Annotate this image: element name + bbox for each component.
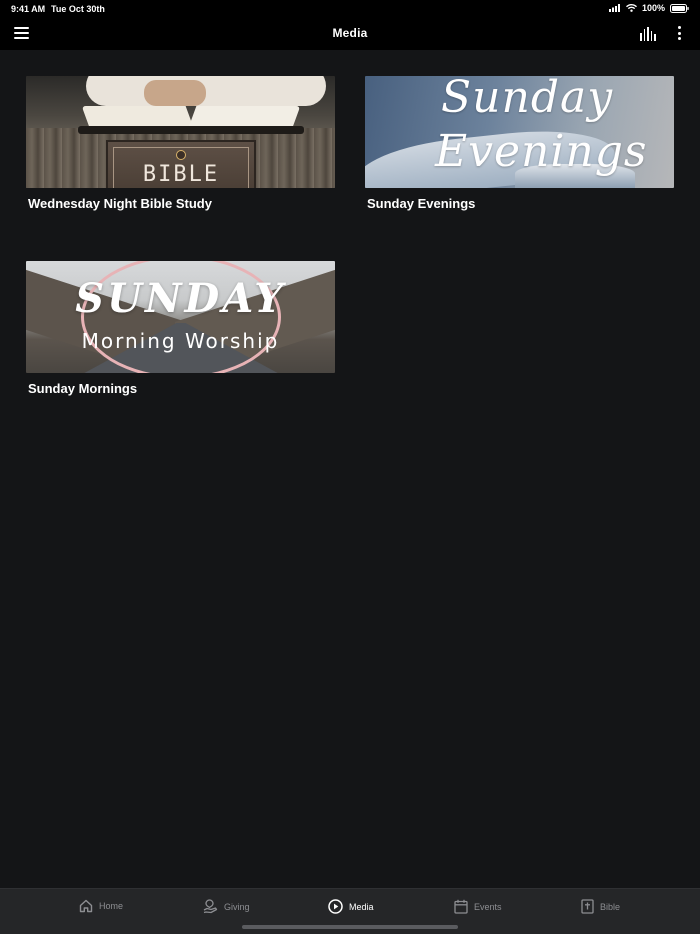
media-screen: 9:41 AM Tue Oct 30th 100% Media BIBLE We… [0, 0, 700, 934]
play-circle-icon [328, 899, 343, 914]
thumbnail-text-line2: Morning Worship [81, 329, 280, 353]
signal-icon [608, 4, 620, 12]
media-card-bible-study[interactable]: BIBLE STUDY Wednesday Night Bible Study [26, 76, 335, 211]
tab-label: Media [349, 901, 374, 912]
sunday-evenings-thumbnail: Sunday Evenings [365, 76, 674, 188]
tab-label: Giving [224, 901, 250, 912]
equalizer-icon[interactable] [640, 27, 656, 41]
media-card-sunday-mornings[interactable]: SUNDAY Morning Worship Sunday Mornings [26, 261, 335, 396]
bible-cross-icon [581, 899, 594, 914]
battery-icon [670, 3, 689, 13]
tab-events[interactable]: Events [454, 899, 502, 914]
status-time: 9:41 AM [11, 4, 46, 14]
bible-study-thumbnail: BIBLE STUDY [26, 76, 335, 188]
tab-bible[interactable]: Bible [581, 899, 620, 914]
home-icon [79, 899, 93, 913]
tab-media[interactable]: Media [328, 899, 374, 914]
thumbnail-text: BIBLE STUDY [142, 162, 220, 188]
calendar-icon [454, 899, 468, 914]
thumbnail-text-line1: Sunday [441, 76, 614, 123]
tab-giving[interactable]: Giving [203, 899, 250, 914]
media-card-sunday-evenings[interactable]: Sunday Evenings Sunday Evenings [365, 76, 674, 211]
home-indicator[interactable] [242, 925, 458, 929]
page-title: Media [332, 26, 368, 40]
tab-label: Home [99, 901, 124, 911]
tab-label: Bible [600, 901, 621, 912]
sunday-mornings-thumbnail: SUNDAY Morning Worship [26, 261, 335, 373]
battery-percentage: 100% [641, 3, 665, 13]
status-indicators: 100% [608, 3, 689, 13]
more-vertical-icon[interactable] [676, 26, 682, 42]
navigation-bar: Media [0, 18, 700, 50]
media-card-title: Wednesday Night Bible Study [28, 196, 212, 211]
emblem-icon [176, 150, 186, 160]
thumbnail-text-line1: SUNDAY [75, 275, 286, 322]
tab-label: Events [474, 901, 502, 912]
giving-hand-icon [203, 899, 218, 914]
media-card-title: Sunday Evenings [367, 196, 476, 211]
thumbnail-text-line2: Evenings [435, 126, 648, 177]
tab-home[interactable]: Home [79, 899, 123, 913]
status-bar: 9:41 AM Tue Oct 30th 100% [0, 0, 700, 18]
wifi-icon [625, 4, 637, 12]
media-card-title: Sunday Mornings [28, 381, 138, 396]
status-date: Tue Oct 30th [51, 4, 105, 14]
